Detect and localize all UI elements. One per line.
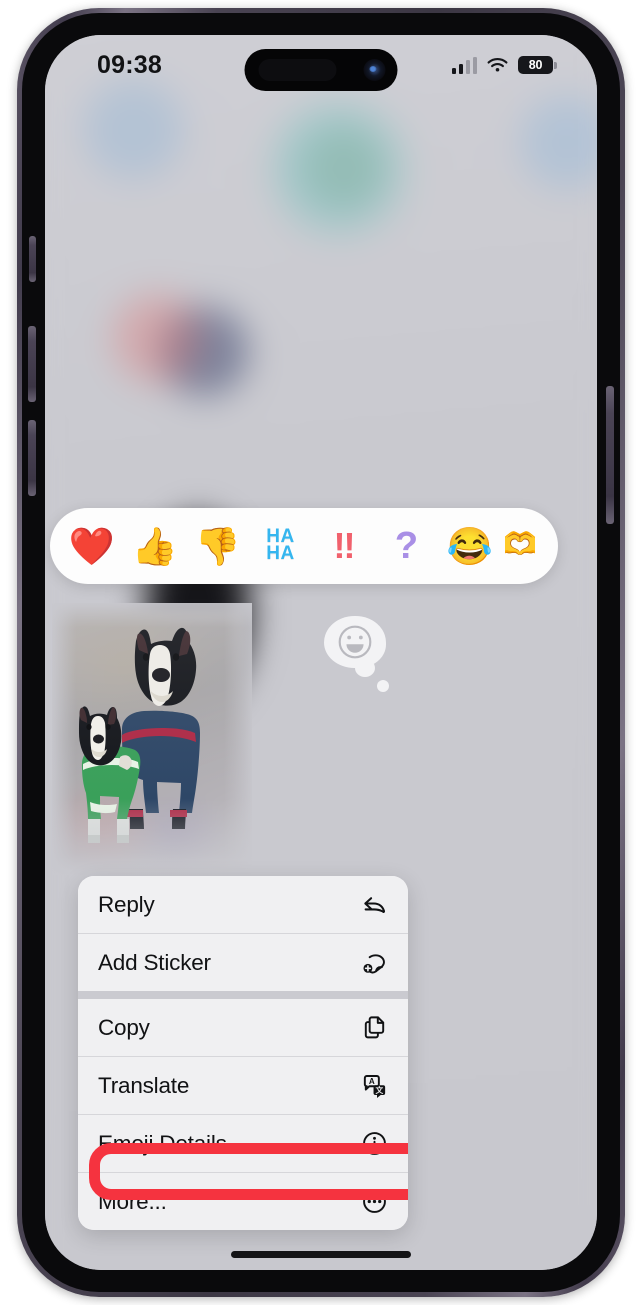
volume-up-button[interactable] bbox=[28, 326, 36, 402]
svg-text:文: 文 bbox=[375, 1085, 383, 1095]
dog-photo-attachment[interactable] bbox=[52, 603, 252, 875]
battery-percent-label: 80 bbox=[528, 58, 543, 72]
thumbs-up-icon: 👍 bbox=[131, 525, 178, 567]
menu-item-label: More... bbox=[98, 1188, 167, 1214]
emoji-message-bubble[interactable] bbox=[324, 616, 389, 692]
status-bar-time: 09:38 bbox=[97, 51, 162, 79]
menu-item-more[interactable]: More... bbox=[78, 1173, 408, 1230]
menu-item-copy[interactable]: Copy bbox=[78, 999, 408, 1056]
menu-item-label: Reply bbox=[98, 891, 155, 917]
message-context-menu[interactable]: Reply Add Sticker Copy Translate A 文 Emo… bbox=[78, 876, 408, 1230]
thumbs-down-icon: 👎 bbox=[194, 525, 241, 567]
cellular-signal-icon bbox=[451, 56, 477, 74]
menu-group-divider bbox=[78, 991, 408, 999]
volume-down-button[interactable] bbox=[28, 420, 36, 496]
joy-face-icon: 😂 bbox=[446, 525, 493, 567]
translate-icon: A 文 bbox=[363, 1075, 386, 1098]
battery-icon: 80 bbox=[518, 56, 557, 74]
grinning-face-icon bbox=[338, 625, 372, 659]
wifi-icon bbox=[487, 57, 508, 72]
more-ellipsis-icon bbox=[363, 1190, 386, 1213]
menu-item-label: Add Sticker bbox=[98, 949, 211, 975]
phone-screen: 09:38 80 ❤️ 👍 👎 HA HA !! ? 😂 🫶 Reply Add… bbox=[45, 35, 597, 1270]
reaction-haha[interactable]: HA HA bbox=[249, 515, 312, 577]
menu-item-add-sticker[interactable]: Add Sticker bbox=[78, 934, 408, 991]
photo-edge-fade bbox=[52, 603, 252, 875]
reaction-joy[interactable]: 😂 bbox=[438, 515, 501, 577]
power-side-button[interactable] bbox=[606, 386, 614, 524]
reaction-heart[interactable]: ❤️ bbox=[60, 515, 123, 577]
reaction-thumbs-down[interactable]: 👎 bbox=[186, 515, 249, 577]
partial-emoji-icon: 🫶 bbox=[505, 525, 535, 566]
haha-icon: HA HA bbox=[266, 527, 295, 564]
heart-icon: ❤️ bbox=[68, 525, 115, 567]
menu-item-translate[interactable]: Translate A 文 bbox=[78, 1057, 408, 1114]
speaker-slot-icon bbox=[258, 59, 337, 81]
status-bar-indicators: 80 bbox=[451, 56, 557, 74]
exclamation-icon: !! bbox=[333, 525, 356, 566]
menu-item-label: Translate bbox=[98, 1072, 190, 1098]
dynamic-island[interactable] bbox=[244, 49, 398, 91]
tapback-reaction-bar[interactable]: ❤️ 👍 👎 HA HA !! ? 😂 🫶 bbox=[50, 508, 558, 584]
question-mark-icon: ? bbox=[394, 525, 419, 567]
home-indicator[interactable] bbox=[231, 1251, 411, 1258]
menu-item-emoji-details[interactable]: Emoji Details... bbox=[78, 1115, 408, 1172]
reaction-exclamation[interactable]: !! bbox=[312, 515, 375, 577]
copy-pages-icon bbox=[364, 1016, 385, 1039]
reply-arrow-icon bbox=[364, 897, 386, 913]
reaction-question[interactable]: ? bbox=[375, 515, 438, 577]
menu-item-label: Emoji Details... bbox=[98, 1130, 245, 1156]
svg-text:A: A bbox=[369, 1077, 375, 1086]
menu-item-label: Copy bbox=[98, 1014, 150, 1040]
phone-frame: 09:38 80 ❤️ 👍 👎 HA HA !! ? 😂 🫶 Reply Add… bbox=[17, 8, 625, 1297]
add-sticker-icon bbox=[363, 954, 385, 974]
battery-cap bbox=[554, 61, 557, 69]
haha-line-2: HA bbox=[266, 543, 295, 564]
reaction-thumbs-up[interactable]: 👍 bbox=[123, 515, 186, 577]
mute-switch-button[interactable] bbox=[29, 236, 36, 282]
front-camera-icon bbox=[363, 59, 386, 81]
reaction-partial-offscreen[interactable]: 🫶 bbox=[505, 515, 535, 577]
info-circle-icon bbox=[363, 1132, 386, 1155]
menu-item-reply[interactable]: Reply bbox=[78, 876, 408, 933]
